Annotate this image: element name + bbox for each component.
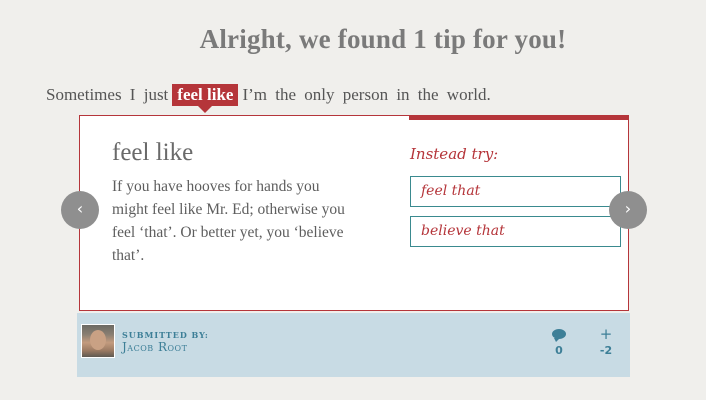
avatar[interactable] — [81, 324, 115, 358]
votes-count: -2 — [599, 344, 613, 357]
comments-button[interactable]: 0 — [549, 326, 569, 358]
plus-icon: + — [599, 325, 613, 343]
chevron-right-icon: › — [624, 199, 632, 218]
results-headline: Alright, we found 1 tip for you! — [199, 24, 567, 54]
suggestion-feel-that[interactable]: feel that — [410, 176, 621, 207]
tip-title: feel like — [112, 139, 194, 166]
chevron-left-icon: ‹ — [76, 199, 84, 218]
previous-tip-button[interactable]: ‹ — [61, 191, 99, 229]
sentence-after: I’m the only person in the world. — [242, 85, 491, 104]
tip-footer: Submitted by: Jacob Root 0 + -2 — [77, 313, 630, 377]
tip-body: If you have hooves for hands you might f… — [112, 178, 345, 264]
comment-bubble-icon — [549, 326, 569, 344]
highlighted-phrase[interactable]: feel like — [172, 84, 239, 113]
sentence-before: Sometimes I just — [46, 85, 169, 104]
instead-try-label: Instead try: — [410, 145, 499, 163]
upvote-button[interactable]: + -2 — [596, 326, 616, 358]
page: Alright, we found 1 tip for you! Sometim… — [0, 0, 706, 400]
avatar-face — [90, 330, 106, 350]
next-tip-button[interactable]: › — [609, 191, 647, 229]
comments-count: 0 — [555, 344, 563, 357]
tip-card: feel like If you have hooves for hands y… — [79, 115, 629, 311]
author-name[interactable]: Jacob Root — [122, 340, 187, 354]
submitted-by-label: Submitted by: — [122, 330, 209, 340]
card-accent-bar — [409, 115, 629, 120]
analyzed-sentence: Sometimes I just feel like I’m the only pe… — [46, 84, 491, 113]
suggestion-believe-that[interactable]: believe that — [410, 216, 621, 247]
